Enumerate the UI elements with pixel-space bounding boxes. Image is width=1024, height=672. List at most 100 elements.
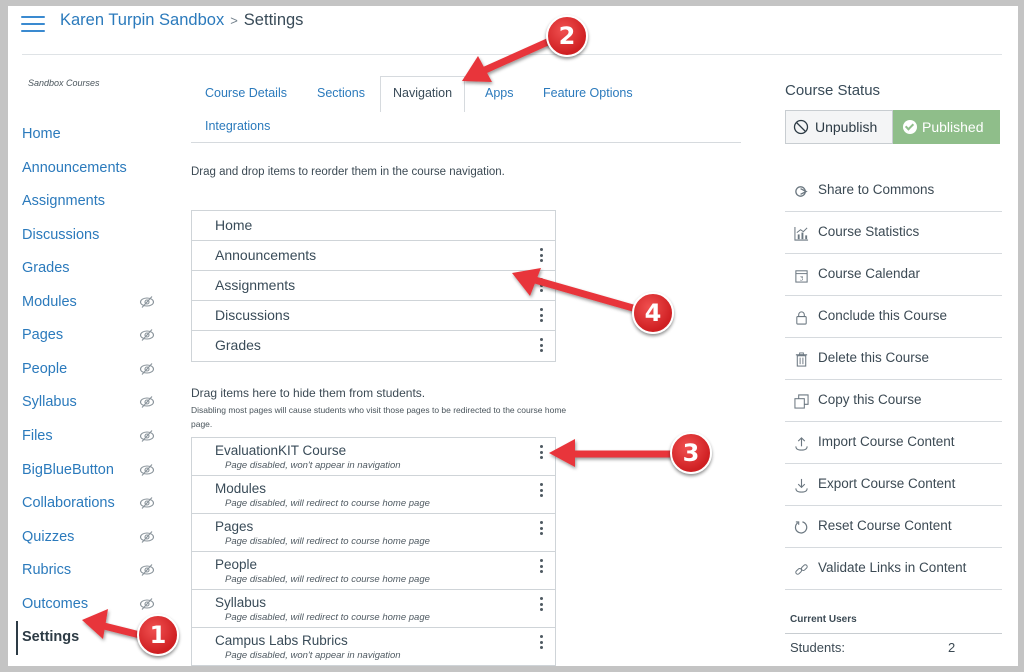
nav-item-label: Modules	[22, 294, 77, 310]
nav-item-collaborations[interactable]: Collaborations	[22, 493, 162, 515]
action-course-calendar[interactable]: 3 Course Calendar	[785, 254, 1002, 296]
nav-item-files[interactable]: Files	[22, 426, 162, 448]
more-options-icon[interactable]	[537, 445, 545, 461]
nav-item-label: BigBlueButton	[22, 462, 114, 478]
lock-icon	[794, 310, 809, 325]
nav-item-assignments[interactable]: Assignments	[22, 191, 162, 213]
nav-item-label: Discussions	[22, 227, 100, 243]
action-label: Course Statistics	[818, 224, 920, 239]
more-options-icon[interactable]	[537, 597, 545, 613]
students-label: Students:	[790, 640, 845, 655]
hidden-eye-icon	[139, 463, 155, 477]
enabled-nav-row[interactable]: Discussions	[192, 301, 555, 331]
enabled-nav-row[interactable]: Grades	[192, 331, 555, 361]
disabled-nav-row[interactable]: EvaluationKIT Course Page disabled, won't…	[192, 438, 555, 476]
action-share-to-commons[interactable]: Share to Commons	[785, 170, 1002, 212]
nav-item-discussions[interactable]: Discussions	[22, 225, 162, 247]
statistics-icon	[794, 226, 809, 241]
more-options-icon[interactable]	[537, 559, 545, 575]
course-nav-subtitle: Sandbox Courses	[28, 78, 100, 88]
more-options-icon[interactable]	[537, 278, 545, 294]
disabled-nav-row[interactable]: Modules Page disabled, will redirect to c…	[192, 476, 555, 514]
tab-navigation[interactable]: Navigation	[380, 76, 466, 112]
nav-row-label: Syllabus	[215, 595, 267, 610]
nav-item-label: Announcements	[22, 160, 127, 176]
annotation-badge-3: 3	[670, 432, 712, 474]
action-label: Reset Course Content	[818, 518, 952, 533]
more-options-icon[interactable]	[537, 308, 545, 324]
disabled-nav-row[interactable]: People Page disabled, will redirect to co…	[192, 552, 555, 590]
tab-sections[interactable]: Sections	[317, 86, 365, 100]
breadcrumb-separator-icon: >	[230, 13, 238, 28]
nav-row-label: Grades	[215, 337, 261, 353]
students-count: 2	[948, 640, 956, 655]
nav-item-home[interactable]: Home	[22, 124, 162, 146]
more-options-icon[interactable]	[537, 521, 545, 537]
disabled-nav-row[interactable]: Pages Page disabled, will redirect to cou…	[192, 514, 555, 552]
breadcrumb-current: Settings	[243, 11, 304, 29]
reset-icon	[794, 520, 809, 535]
nav-row-label: EvaluationKIT Course	[215, 443, 347, 458]
enabled-nav-row[interactable]: Announcements	[192, 241, 555, 271]
tabs-divider	[191, 142, 741, 143]
hidden-eye-icon	[139, 295, 155, 309]
nav-item-label: Assignments	[22, 193, 106, 209]
more-options-icon[interactable]	[537, 483, 545, 499]
nav-item-syllabus[interactable]: Syllabus	[22, 392, 162, 414]
breadcrumb-course-link[interactable]: Karen Turpin Sandbox	[60, 11, 224, 29]
nav-item-label: Outcomes	[22, 596, 89, 612]
course-sidebar: Course Status Unpublish Published Share …	[785, 82, 1003, 655]
more-options-icon[interactable]	[537, 248, 545, 264]
enabled-nav-row[interactable]: Home	[192, 211, 555, 241]
nav-row-status: Page disabled, will redirect to course h…	[225, 612, 430, 623]
current-users-divider	[785, 633, 1002, 634]
action-delete-this-course[interactable]: Delete this Course	[785, 338, 1002, 380]
nav-item-modules[interactable]: Modules	[22, 292, 162, 314]
nav-row-label: Campus Labs Rubrics	[215, 633, 348, 648]
action-course-statistics[interactable]: Course Statistics	[785, 212, 1002, 254]
action-export-course-content[interactable]: Export Course Content	[785, 464, 1002, 506]
nav-item-label: Syllabus	[22, 394, 77, 410]
nav-item-label: Quizzes	[22, 529, 75, 545]
nav-item-pages[interactable]: Pages	[22, 325, 162, 347]
nav-item-people[interactable]: People	[22, 359, 162, 381]
hidden-eye-icon	[139, 597, 155, 611]
download-icon	[794, 478, 809, 493]
nav-item-announcements[interactable]: Announcements	[22, 158, 162, 180]
nav-item-label: Settings	[22, 629, 80, 645]
action-import-course-content[interactable]: Import Course Content	[785, 422, 1002, 464]
tab-feature-options[interactable]: Feature Options	[543, 86, 633, 100]
annotation-badge-1: 1	[137, 614, 179, 656]
nav-item-label: Collaborations	[22, 495, 115, 511]
copy-icon	[794, 394, 809, 409]
nav-row-label: Pages	[215, 519, 254, 534]
tab-integrations[interactable]: Integrations	[205, 119, 270, 133]
nav-item-rubrics[interactable]: Rubrics	[22, 560, 162, 582]
page-frame: Karen Turpin Sandbox > Settings Sandbox Co…	[8, 6, 1018, 666]
calendar-icon: 3	[794, 268, 809, 283]
svg-text:3: 3	[800, 276, 804, 283]
action-reset-course-content[interactable]: Reset Course Content	[785, 506, 1002, 548]
hamburger-menu-icon[interactable]	[21, 16, 45, 36]
nav-item-grades[interactable]: Grades	[22, 258, 162, 280]
disabled-nav-row[interactable]: Syllabus Page disabled, will redirect to …	[192, 590, 555, 628]
course-actions: Share to Commons Course Statistics 3 Course…	[785, 170, 1002, 590]
tab-course-details[interactable]: Course Details	[205, 86, 287, 100]
nav-item-outcomes[interactable]: Outcomes	[22, 594, 162, 616]
unpublish-button[interactable]: Unpublish	[785, 110, 893, 144]
more-options-icon[interactable]	[537, 338, 545, 354]
action-conclude-this-course[interactable]: Conclude this Course	[785, 296, 1002, 338]
tab-apps[interactable]: Apps	[485, 86, 514, 100]
action-copy-this-course[interactable]: Copy this Course	[785, 380, 1002, 422]
hidden-section-title: Drag items here to hide them from studen…	[191, 386, 426, 400]
disabled-nav-row[interactable]: Campus Labs Rubrics Page disabled, won't …	[192, 628, 555, 666]
publish-toggle-group: Unpublish Published	[785, 110, 1000, 144]
nav-item-bigbluebutton[interactable]: BigBlueButton	[22, 460, 162, 482]
nav-item-label: Home	[22, 126, 61, 142]
more-options-icon[interactable]	[537, 635, 545, 651]
published-button[interactable]: Published	[893, 110, 1000, 144]
hidden-section-note: Disabling most pages will cause students…	[191, 405, 567, 429]
enabled-nav-row[interactable]: Assignments	[192, 271, 555, 301]
action-validate-links-in-content[interactable]: Validate Links in Content	[785, 548, 1002, 590]
nav-item-quizzes[interactable]: Quizzes	[22, 527, 162, 549]
